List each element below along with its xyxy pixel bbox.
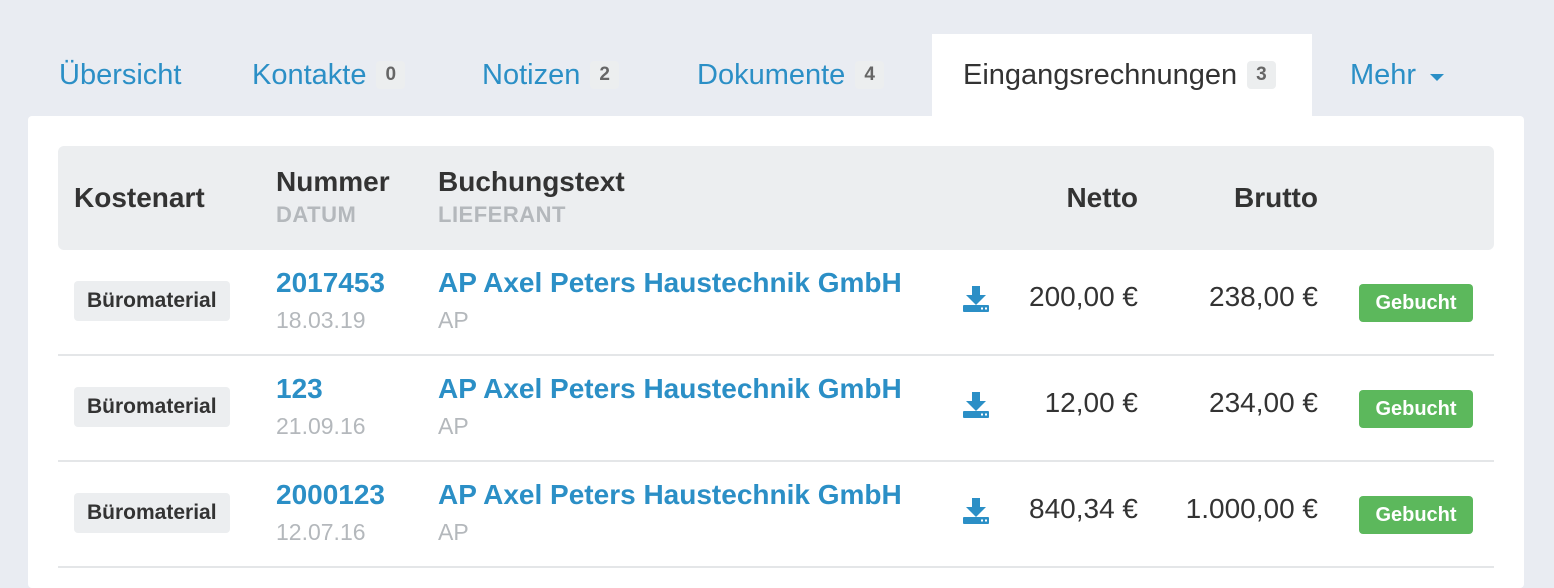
booking-text-link[interactable]: AP Axel Peters Haustechnik GmbH: [438, 373, 902, 405]
category-badge: Büromaterial: [74, 387, 230, 427]
supplier-name: AP: [438, 413, 469, 439]
netto-amount: 840,34 €: [1029, 493, 1138, 524]
header-datum-label: DATUM: [276, 202, 357, 227]
category-badge: Büromaterial: [74, 493, 230, 533]
netto-amount: 12,00 €: [1044, 387, 1138, 418]
download-icon[interactable]: [961, 390, 991, 420]
header-nummer-label: Nummer: [276, 166, 390, 197]
invoice-date: 21.09.16: [276, 413, 366, 439]
invoice-date: 18.03.19: [276, 307, 366, 333]
tab-kontakte[interactable]: Kontakte 0: [252, 34, 406, 116]
supplier-name: AP: [438, 307, 469, 333]
netto-amount: 200,00 €: [1029, 281, 1138, 312]
booking-text-link[interactable]: AP Axel Peters Haustechnik GmbH: [438, 267, 902, 299]
table-header: Kostenart Nummer DATUM Buchungstext LIEF…: [58, 146, 1494, 250]
tab-label: Übersicht: [59, 58, 182, 91]
count-badge: 0: [376, 61, 406, 89]
header-buchungstext: Buchungstext LIEFERANT: [438, 166, 625, 228]
header-netto: Netto: [1066, 182, 1138, 213]
count-badge: 4: [855, 61, 884, 89]
brutto-amount: 1.000,00 €: [1185, 493, 1318, 524]
tab-notizen[interactable]: Notizen 2: [482, 34, 619, 116]
status-badge: Gebucht: [1359, 496, 1473, 534]
count-badge: 2: [590, 61, 619, 89]
tab-label: Mehr: [1350, 58, 1417, 91]
tab-dokumente[interactable]: Dokumente 4: [697, 34, 884, 116]
header-nummer: Nummer DATUM: [276, 166, 390, 228]
tab-label: Notizen: [482, 58, 581, 91]
tab-label: Dokumente: [697, 58, 846, 91]
status-badge: Gebucht: [1359, 390, 1473, 428]
tab-label: Eingangsrechnungen: [963, 58, 1238, 91]
header-buchungstext-label: Buchungstext: [438, 166, 625, 197]
tab-bar: Übersicht Kontakte 0 Notizen 2 Dokumente…: [0, 0, 1554, 116]
invoice-number-link[interactable]: 123: [276, 373, 323, 405]
header-lieferant-label: LIEFERANT: [438, 202, 566, 227]
invoice-date: 12.07.16: [276, 519, 366, 545]
status-badge: Gebucht: [1359, 284, 1473, 322]
caret-down-icon: [1430, 73, 1445, 81]
invoice-number-link[interactable]: 2000123: [276, 479, 385, 511]
category-badge: Büromaterial: [74, 281, 230, 321]
count-badge: 3: [1247, 61, 1276, 89]
download-icon[interactable]: [961, 496, 991, 526]
table-row: Büromaterial 2017453 18.03.19 AP Axel Pe…: [58, 250, 1494, 356]
header-kostenart: Kostenart: [74, 182, 205, 213]
brutto-amount: 238,00 €: [1209, 281, 1318, 312]
booking-text-link[interactable]: AP Axel Peters Haustechnik GmbH: [438, 479, 902, 511]
brutto-amount: 234,00 €: [1209, 387, 1318, 418]
tab-eingangsrechnungen[interactable]: Eingangsrechnungen 3: [932, 34, 1312, 116]
table-row: Büromaterial 2000123 12.07.16 AP Axel Pe…: [58, 462, 1494, 568]
tab-mehr-dropdown[interactable]: Mehr: [1350, 34, 1445, 116]
invoices-panel: Kostenart Nummer DATUM Buchungstext LIEF…: [28, 116, 1524, 588]
supplier-name: AP: [438, 519, 469, 545]
invoice-number-link[interactable]: 2017453: [276, 267, 385, 299]
download-icon[interactable]: [961, 284, 991, 314]
tab-label: Kontakte: [252, 58, 367, 91]
header-brutto: Brutto: [1234, 182, 1318, 213]
table-row: Büromaterial 123 21.09.16 AP Axel Peters…: [58, 356, 1494, 462]
tab-uebersicht[interactable]: Übersicht: [59, 34, 182, 116]
